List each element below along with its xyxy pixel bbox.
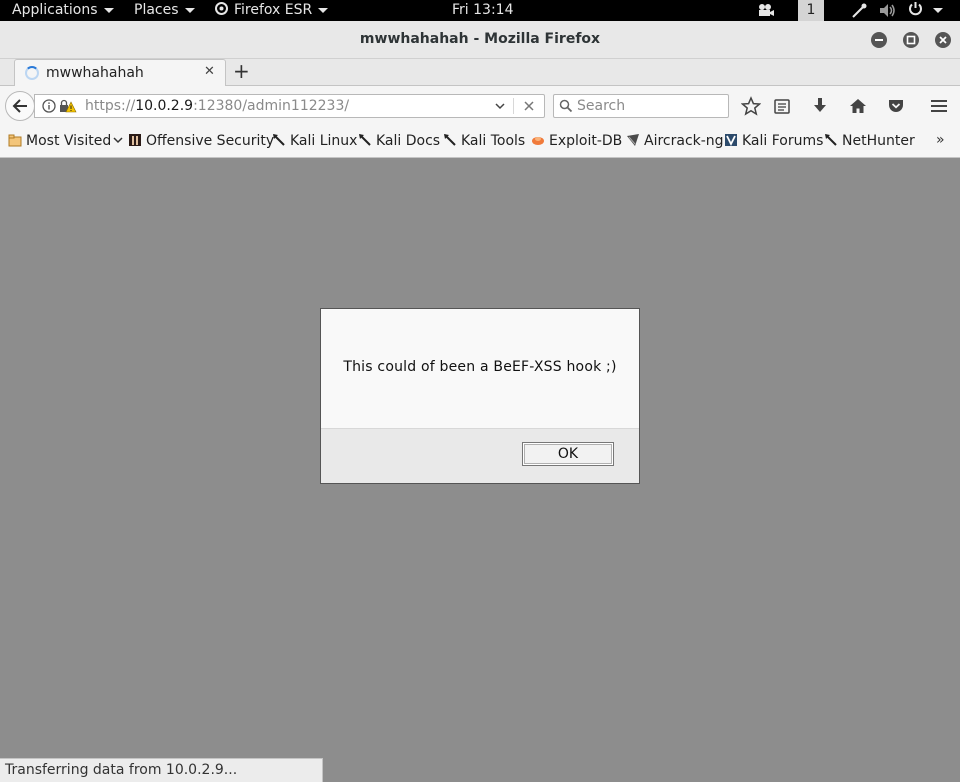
video-camera-icon[interactable] — [757, 3, 775, 18]
tab-strip: mwwhahahah ✕ + — [0, 59, 960, 87]
tab-label: mwwhahahah — [46, 65, 144, 81]
info-icon[interactable] — [42, 99, 56, 113]
minimize-icon — [875, 39, 883, 41]
pocket-icon[interactable] — [886, 96, 906, 116]
loading-spinner-icon — [25, 66, 39, 80]
url-bar[interactable]: https://10.0.2.9:12380/admin112233/ — [34, 94, 545, 118]
alert-dialog: This could of been a BeEF-XSS hook ;) OK — [320, 308, 640, 484]
exploitdb-icon — [532, 137, 544, 145]
chevron-down-icon — [318, 7, 329, 13]
close-icon — [939, 36, 947, 44]
close-window-button[interactable] — [935, 32, 951, 48]
bookmark-nethunter[interactable]: NetHunter — [824, 133, 915, 151]
bookmark-exploit-db[interactable]: Exploit-DB — [531, 133, 622, 151]
url-bar-separator — [513, 98, 514, 114]
bookmark-offensive-security[interactable]: Offensive Security — [128, 133, 274, 151]
kali-dragon-icon — [825, 134, 837, 146]
status-panel: Transferring data from 10.0.2.9... — [0, 758, 323, 782]
bookmark-aircrack-ng[interactable]: Aircrack-ng — [626, 133, 724, 151]
ok-button[interactable]: OK — [522, 442, 614, 466]
downloads-icon[interactable] — [810, 96, 830, 116]
home-icon[interactable] — [848, 96, 868, 116]
bookmark-kali-linux[interactable]: Kali Linux — [272, 133, 357, 151]
bookmarks-toolbar: Most Visited Offensive Security Kali Lin… — [0, 126, 960, 158]
maximize-button[interactable] — [903, 32, 919, 48]
firefox-icon — [215, 2, 228, 15]
hamburger-menu-icon[interactable] — [929, 96, 949, 116]
navigation-toolbar: https://10.0.2.9:12380/admin112233/ Sear… — [0, 86, 960, 126]
power-icon — [909, 2, 922, 16]
bookmarks-overflow-chevron-icon[interactable]: » — [936, 132, 945, 148]
places-menu[interactable]: Places — [134, 0, 195, 21]
workspace-indicator[interactable]: 1 — [798, 0, 824, 21]
search-bar[interactable]: Search — [553, 94, 729, 118]
bookmark-kali-tools[interactable]: Kali Tools — [443, 133, 525, 151]
kali-forums-icon — [725, 134, 737, 147]
maximize-icon — [906, 35, 916, 45]
bookmark-kali-docs[interactable]: Kali Docs — [358, 133, 440, 151]
search-icon — [559, 99, 573, 113]
alert-message: This could of been a BeEF-XSS hook ;) — [343, 359, 617, 375]
window-title-bar[interactable]: mwwhahahah - Mozilla Firefox — [0, 21, 960, 59]
url-history-dropdown-icon[interactable] — [494, 97, 506, 115]
reader-list-icon[interactable] — [772, 96, 792, 116]
offsec-icon — [129, 134, 141, 146]
window-title: mwwhahahah - Mozilla Firefox — [359, 31, 601, 47]
clock[interactable]: Fri 13:14 — [452, 0, 513, 21]
chevron-down-icon — [113, 137, 123, 144]
chevron-down-icon — [184, 7, 195, 13]
tab-close-button[interactable]: ✕ — [204, 64, 215, 79]
applications-menu[interactable]: Applications — [12, 0, 114, 21]
chevron-down-icon — [933, 7, 943, 13]
new-tab-button[interactable]: + — [233, 60, 250, 82]
gnome-top-bar: Applications Places Firefox ESR Fri 13:1… — [0, 0, 960, 21]
insecure-lock-icon[interactable] — [59, 99, 77, 113]
search-placeholder: Search — [577, 98, 626, 114]
volume-icon[interactable] — [879, 3, 897, 18]
kali-dragon-icon — [444, 134, 456, 146]
minimize-button[interactable] — [871, 32, 887, 48]
kali-dragon-icon — [359, 134, 371, 146]
eyedropper-icon[interactable] — [851, 3, 867, 18]
chevron-down-icon — [103, 7, 114, 13]
stop-loading-icon[interactable] — [523, 96, 535, 116]
bookmark-kali-forums[interactable]: Kali Forums — [724, 133, 823, 151]
kali-dragon-icon — [273, 134, 285, 146]
bookmark-star-icon[interactable] — [741, 96, 761, 116]
aircrack-icon — [627, 134, 639, 146]
folder-icon — [8, 134, 22, 147]
back-arrow-icon — [12, 99, 27, 113]
system-menu[interactable] — [908, 0, 943, 21]
tab-active[interactable]: mwwhahahah ✕ — [14, 59, 226, 87]
status-text: Transferring data from 10.0.2.9... — [5, 762, 238, 778]
back-button[interactable] — [5, 91, 35, 121]
url-text[interactable]: https://10.0.2.9:12380/admin112233/ — [85, 98, 349, 114]
alert-dialog-body: This could of been a BeEF-XSS hook ;) — [321, 309, 639, 429]
firefox-app-menu[interactable]: Firefox ESR — [215, 0, 329, 21]
bookmark-most-visited[interactable]: Most Visited — [8, 133, 123, 151]
